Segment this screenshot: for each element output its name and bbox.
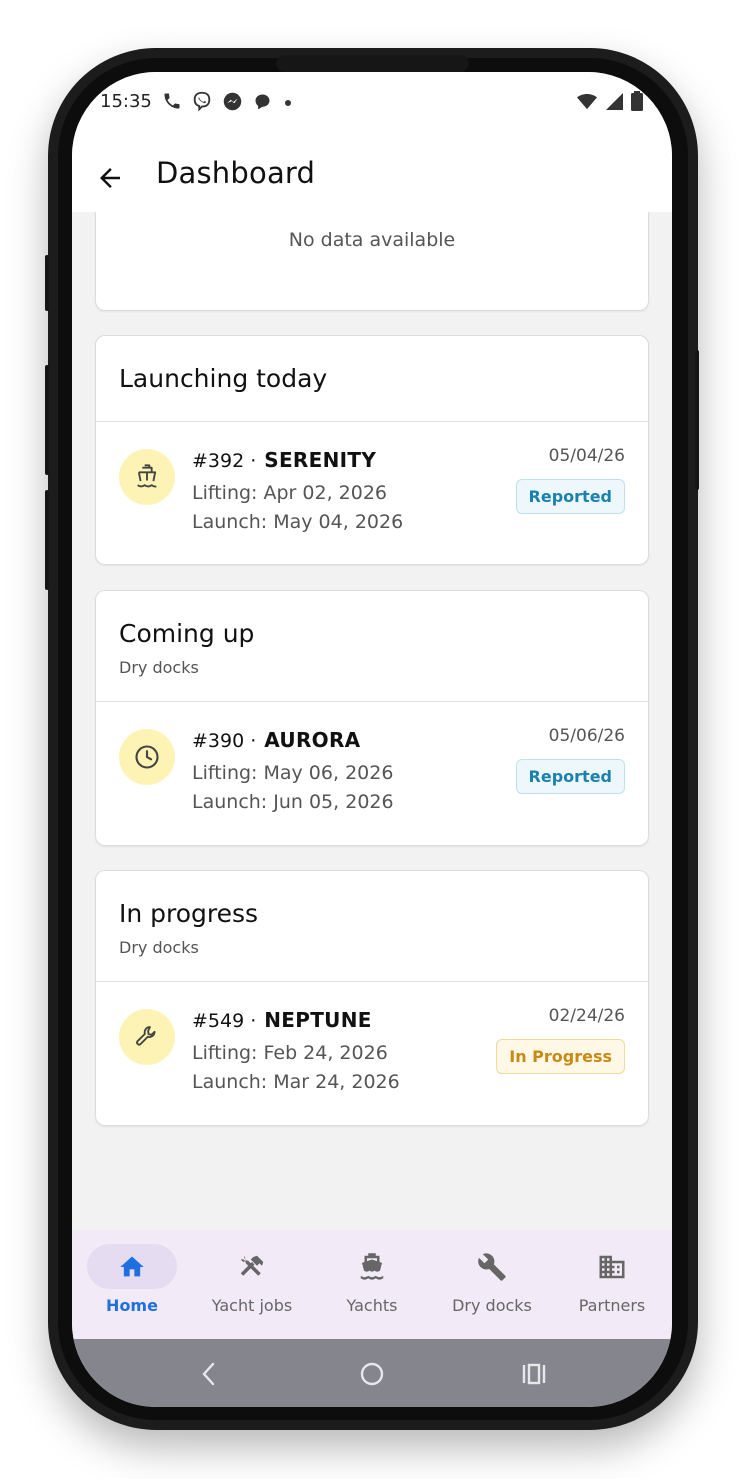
card-title: Launching today	[119, 364, 328, 393]
job-row[interactable]: #392 · SERENITY Lifting: Apr 02, 2026 La…	[96, 422, 648, 562]
system-home-button[interactable]	[357, 1359, 387, 1389]
nav-label: Home	[106, 1296, 158, 1315]
nav-indicator	[567, 1244, 657, 1289]
job-date: 02/24/26	[548, 1006, 625, 1026]
recents-icon	[522, 1363, 546, 1385]
nav-indicator	[447, 1244, 537, 1289]
clock-icon	[119, 729, 175, 785]
battery-icon	[630, 90, 644, 116]
chevron-left-icon	[202, 1362, 215, 1386]
volume-button	[45, 365, 49, 475]
phone-icon	[162, 91, 182, 115]
dot-icon	[282, 94, 294, 113]
job-date: 05/04/26	[548, 446, 625, 466]
system-status-icons	[576, 90, 644, 116]
lifting-date: Lifting: Apr 02, 2026	[192, 482, 388, 504]
building-icon	[599, 1255, 625, 1278]
launch-date: Launch: May 04, 2026	[192, 511, 404, 533]
volume-button	[45, 490, 49, 590]
dashboard-content[interactable]: No data available Launching today #392 ·…	[72, 212, 672, 1230]
card-subtitle: Dry docks	[119, 938, 199, 957]
wrench-icon	[119, 1009, 175, 1065]
notification-icons	[162, 90, 294, 116]
nav-item-partners[interactable]: Partners	[552, 1230, 672, 1339]
circle-icon	[360, 1362, 384, 1386]
tools-icon	[240, 1255, 264, 1276]
nav-item-home[interactable]: Home	[72, 1230, 192, 1339]
job-date: 05/06/26	[548, 726, 625, 746]
nav-indicator	[87, 1244, 177, 1289]
job-number: #392 ·	[192, 450, 257, 472]
launch-date: Launch: Mar 24, 2026	[192, 1071, 400, 1093]
launch-date: Launch: Jun 05, 2026	[192, 791, 394, 813]
yacht-name: NEPTUNE	[264, 1008, 372, 1032]
yacht-name: SERENITY	[264, 448, 377, 472]
card-title: In progress	[119, 899, 259, 928]
coming-up-card: Coming up Dry docks #390 · AURORA Liftin…	[95, 590, 649, 846]
system-navigation-bar	[72, 1339, 672, 1407]
card-title: Coming up	[119, 619, 255, 648]
back-button[interactable]	[90, 158, 130, 198]
job-row[interactable]: #390 · AURORA Lifting: May 06, 2026 Laun…	[96, 702, 648, 842]
empty-card: No data available	[95, 212, 649, 311]
job-title: #392 · SERENITY	[192, 448, 376, 472]
page-title: Dashboard	[156, 156, 316, 190]
card-subtitle: Dry docks	[119, 658, 199, 677]
nav-item-yacht-jobs[interactable]: Yacht jobs	[192, 1230, 312, 1339]
system-back-button[interactable]	[194, 1359, 224, 1389]
nav-label: Partners	[578, 1296, 646, 1315]
yacht-name: AURORA	[264, 728, 361, 752]
nav-item-dry-docks[interactable]: Dry docks	[432, 1230, 552, 1339]
speaker-grille	[276, 55, 469, 72]
screen: 15:35 Dashboard No data available Launch…	[72, 72, 672, 1407]
card-header: In progress Dry docks	[96, 871, 648, 982]
in-progress-card: In progress Dry docks #549 · NEPTUNE Lif…	[95, 870, 649, 1126]
arrow-left-icon	[100, 168, 120, 188]
status-bar: 15:35	[72, 72, 672, 132]
app-bar: Dashboard	[72, 132, 672, 212]
job-number: #390 ·	[192, 730, 257, 752]
nav-label: Yachts	[346, 1296, 398, 1315]
bottom-nav: Home Yacht jobs Yachts Dry docks Partner…	[72, 1230, 672, 1339]
card-header: Launching today	[96, 336, 648, 422]
launching-today-card: Launching today #392 · SERENITY Lifting:…	[95, 335, 649, 565]
lifting-date: Lifting: May 06, 2026	[192, 762, 394, 784]
signal-icon	[604, 91, 624, 115]
wifi-icon	[576, 91, 598, 115]
status-badge: Reported	[515, 479, 625, 514]
job-number: #549 ·	[192, 1010, 257, 1032]
power-button	[695, 350, 699, 490]
volume-button	[45, 255, 49, 311]
home-icon	[120, 1256, 144, 1276]
status-badge: Reported	[515, 759, 625, 794]
nav-item-yachts[interactable]: Yachts	[312, 1230, 432, 1339]
lifting-date: Lifting: Feb 24, 2026	[192, 1042, 388, 1064]
messenger-icon	[222, 91, 243, 116]
viber-icon	[191, 90, 213, 116]
nav-label: Yacht jobs	[211, 1296, 293, 1315]
job-title: #549 · NEPTUNE	[192, 1008, 372, 1032]
nav-indicator	[207, 1244, 297, 1289]
system-recents-button[interactable]	[519, 1359, 549, 1389]
status-time: 15:35	[100, 91, 152, 112]
nav-label: Dry docks	[452, 1296, 532, 1315]
ship-icon	[360, 1252, 384, 1280]
card-header: Coming up Dry docks	[96, 591, 648, 702]
status-badge: In Progress	[496, 1039, 625, 1074]
wrench-icon	[478, 1252, 506, 1281]
ship-icon	[119, 449, 175, 505]
nav-indicator	[327, 1244, 417, 1289]
empty-state-text: No data available	[288, 229, 456, 251]
job-row[interactable]: #549 · NEPTUNE Lifting: Feb 24, 2026 Lau…	[96, 982, 648, 1122]
job-title: #390 · AURORA	[192, 728, 360, 752]
chat-icon	[252, 91, 273, 116]
